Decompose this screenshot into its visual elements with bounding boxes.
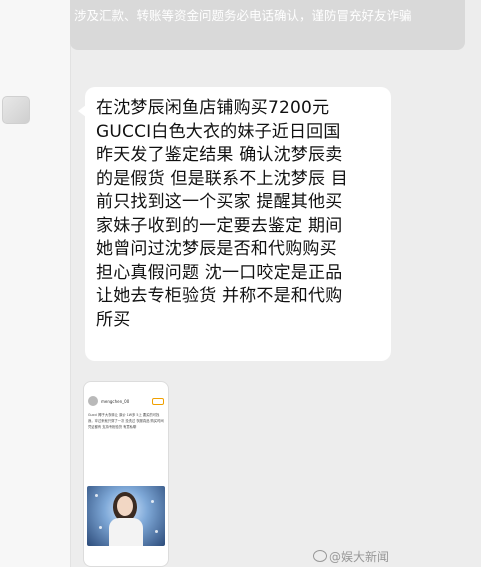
watermark-text: @娱大新闻 [329,550,390,564]
message-line: 昨天发了鉴定结果 确认沈梦辰卖 [96,145,343,165]
chat-message-bubble[interactable]: 在沈梦辰闲鱼店铺购买7200元 GUCCI白色大衣的妹子近日回国 昨天发了鉴定结… [78,87,391,361]
message-line: 家妹子收到的一定要去鉴定 期间 [96,215,343,236]
message-line: 担心真假问题 沈一口咬定是正品 [96,262,343,283]
weibo-watermark: @娱大新闻 [313,548,389,565]
thumbnail-post-header: mengchen_00 [84,382,168,406]
thumbnail-post-text: Gucci 椰子大衣转让 原价 1W多 5上 要买的可找我，拿过来就只穿了一次 … [88,413,164,430]
image-message-thumbnail[interactable]: mengchen_00 Gucci 椰子大衣转让 原价 1W多 5上 要买的可找… [83,381,169,567]
thumbnail-user-avatar [88,396,98,406]
message-line: 前只找到这一个买家 提醒其他买 [96,192,343,212]
sender-avatar[interactable] [2,96,30,124]
left-panel-strip [0,0,71,567]
message-line: 在沈梦辰闲鱼店铺购买7200元 [96,98,330,118]
message-line: 的是假货 但是联系不上沈梦辰 目 [96,168,349,189]
security-notice-banner: 涉及汇款、转账等资金问题务必电话确认，谨防冒充好友诈骗 [70,0,465,50]
message-line: GUCCI白色大衣的妹子近日回国 [96,121,341,142]
message-line: 让她去专柜验货 并称不是和代购 [96,286,343,306]
thumbnail-post-photo [87,486,165,546]
message-line: 所买 [96,309,131,330]
weibo-logo-icon [313,550,327,562]
thumbnail-username: mengchen_00 [101,398,130,404]
message-line: 她曾问过沈梦辰是否和代购购买 [96,239,337,259]
security-notice-text: 涉及汇款、转账等资金问题务必电话确认，谨防冒充好友诈骗 [74,8,412,23]
thumbnail-follow-button [152,397,164,405]
